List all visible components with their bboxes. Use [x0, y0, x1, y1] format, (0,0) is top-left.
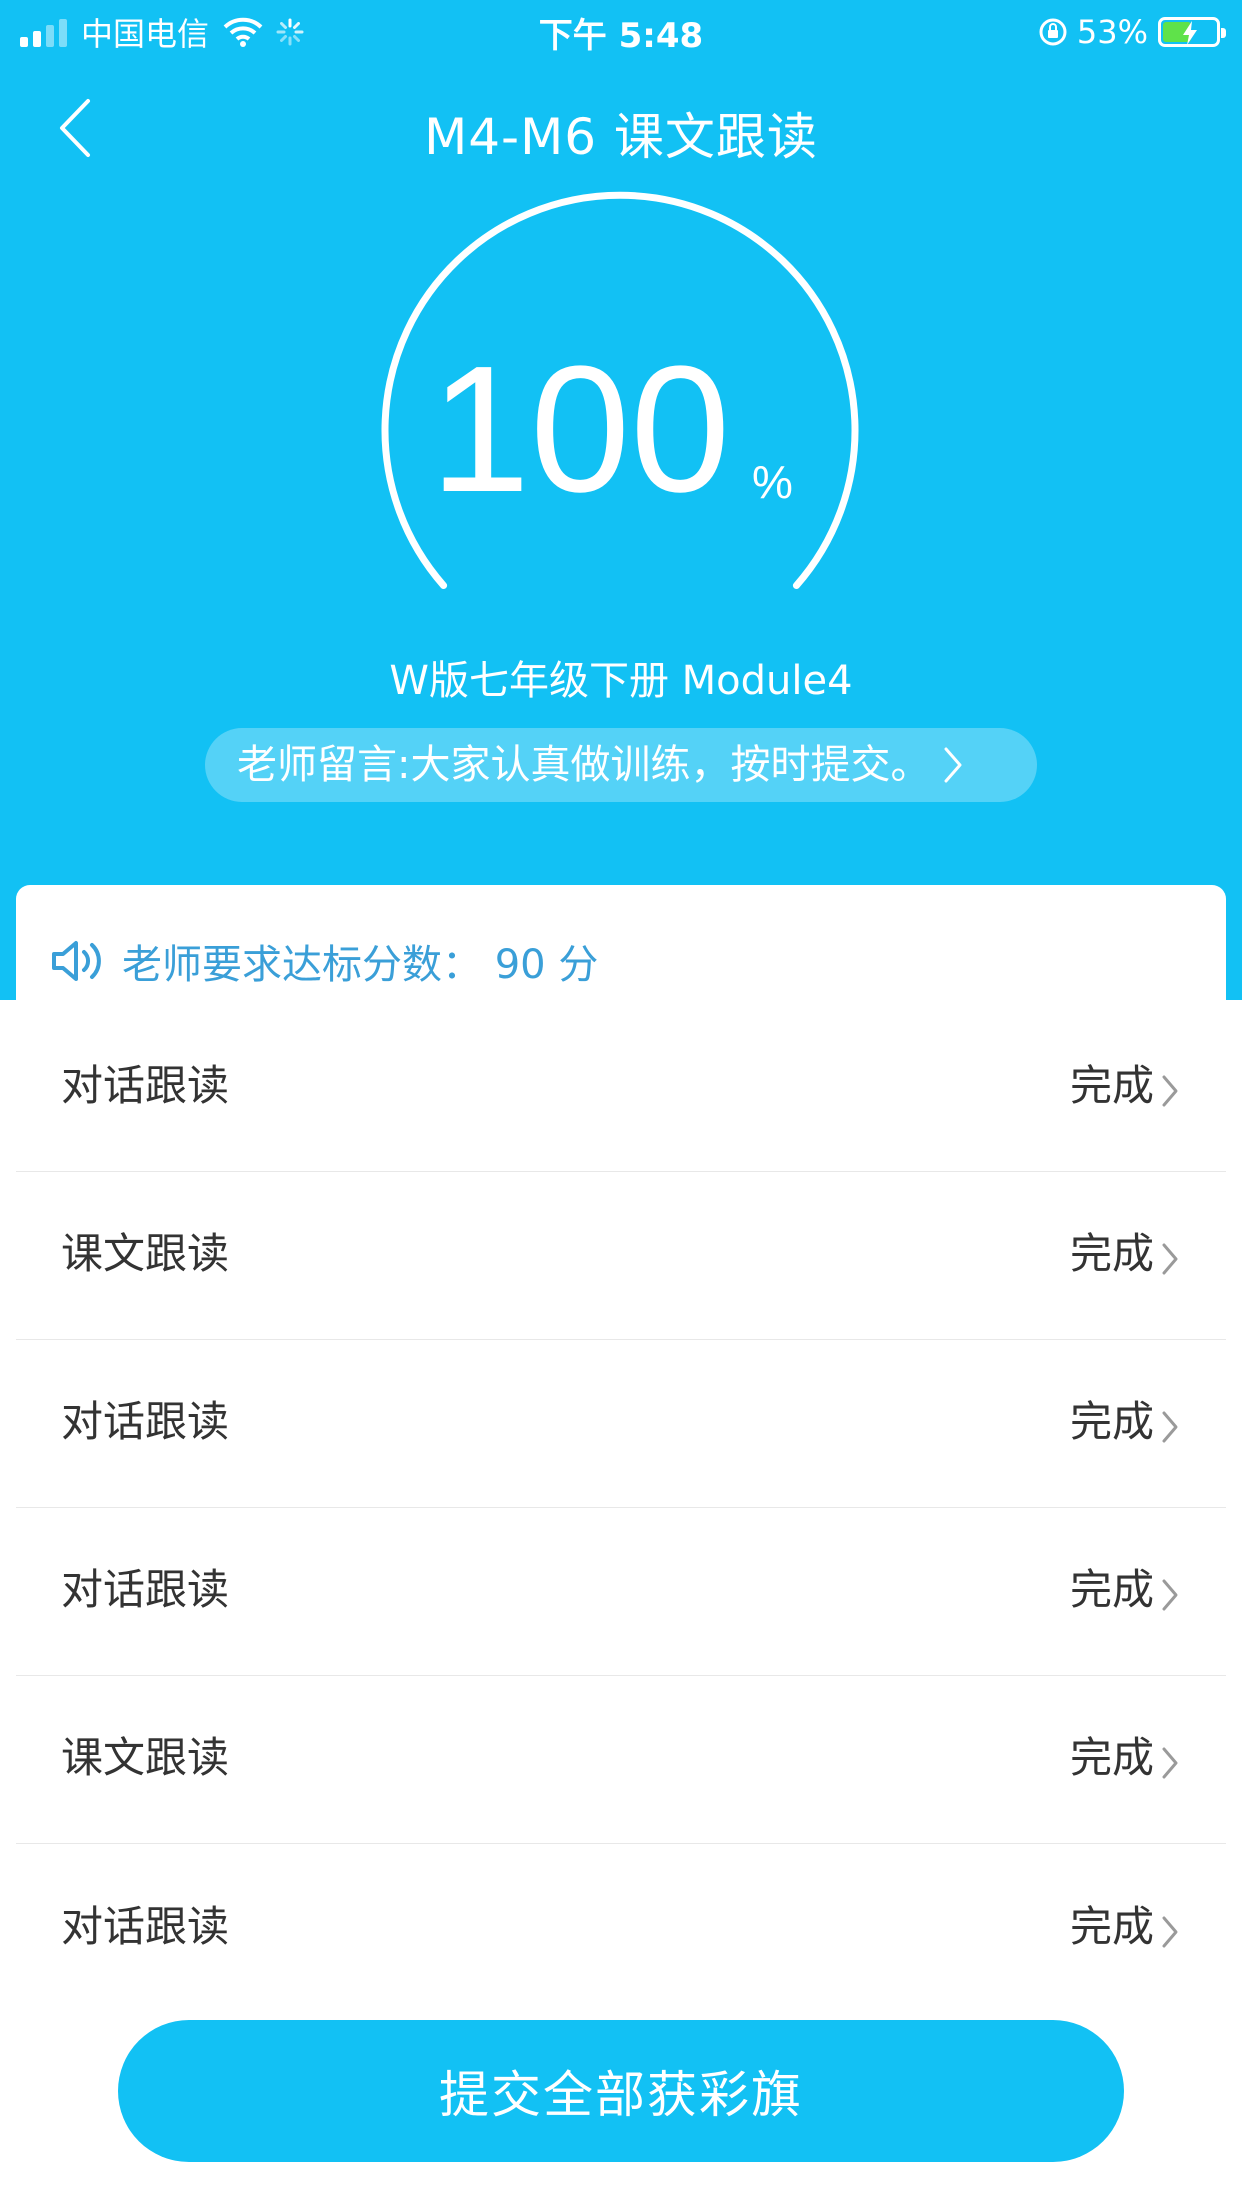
status-right: 53%: [1037, 10, 1226, 54]
speaker-icon: [52, 941, 101, 981]
task-row[interactable]: 课文跟读 完成: [16, 1676, 1226, 1844]
battery-icon: [1158, 17, 1226, 47]
rotation-lock-icon: [1039, 18, 1067, 46]
status-bar: 中国电信 下午 5:48 53%: [0, 0, 1242, 64]
task-status: 完成: [1069, 1397, 1154, 1446]
book-name: W版七年级下册 Module4: [389, 658, 853, 704]
page-title: M4-M6 课文跟读: [424, 108, 818, 166]
task-row[interactable]: 课文跟读 完成: [16, 1172, 1226, 1340]
task-row[interactable]: 对话跟读 完成: [16, 1508, 1226, 1676]
task-name: 对话跟读: [61, 1061, 230, 1110]
task-status: 完成: [1069, 1229, 1154, 1278]
task-name: 对话跟读: [61, 1565, 230, 1614]
chevron-right-icon: [1162, 1411, 1178, 1443]
progress-value: 100: [430, 329, 731, 530]
task-status: 完成: [1069, 1061, 1154, 1110]
chevron-right-icon: [1162, 1579, 1178, 1611]
progress-unit: %: [752, 456, 793, 508]
task-row[interactable]: 对话跟读 完成: [16, 1340, 1226, 1508]
chevron-right-icon: [944, 747, 962, 783]
task-row[interactable]: 对话跟读 完成: [16, 1040, 1226, 1172]
score-requirement-text: 老师要求达标分数： 90 分: [122, 942, 599, 988]
battery-percentage: 53%: [1076, 13, 1148, 51]
task-row[interactable]: 对话跟读 完成: [16, 1844, 1226, 2012]
teacher-note-button[interactable]: 老师留言:大家认真做训练，按时提交。: [205, 728, 1037, 802]
task-name: 课文跟读: [61, 1229, 230, 1278]
task-status: 完成: [1069, 1565, 1154, 1614]
submit-all-button[interactable]: 提交全部获彩旗: [118, 2020, 1124, 2162]
chevron-right-icon: [1162, 1075, 1178, 1107]
score-requirement: 老师要求达标分数： 90 分: [48, 932, 598, 990]
chevron-right-icon: [1162, 1243, 1178, 1275]
chevron-right-icon: [1162, 1916, 1178, 1948]
task-name: 对话跟读: [61, 1397, 230, 1446]
teacher-note-text: 老师留言:大家认真做训练，按时提交。: [237, 742, 931, 788]
task-status: 完成: [1069, 1733, 1154, 1782]
chevron-right-icon: [1162, 1747, 1178, 1779]
task-name: 对话跟读: [61, 1902, 230, 1951]
task-status: 完成: [1069, 1902, 1154, 1951]
task-list: 对话跟读 完成 课文跟读 完成 对话跟读 完成 对话跟读 完成 课文跟读 完成 …: [16, 1040, 1226, 2012]
task-name: 课文跟读: [61, 1733, 230, 1782]
